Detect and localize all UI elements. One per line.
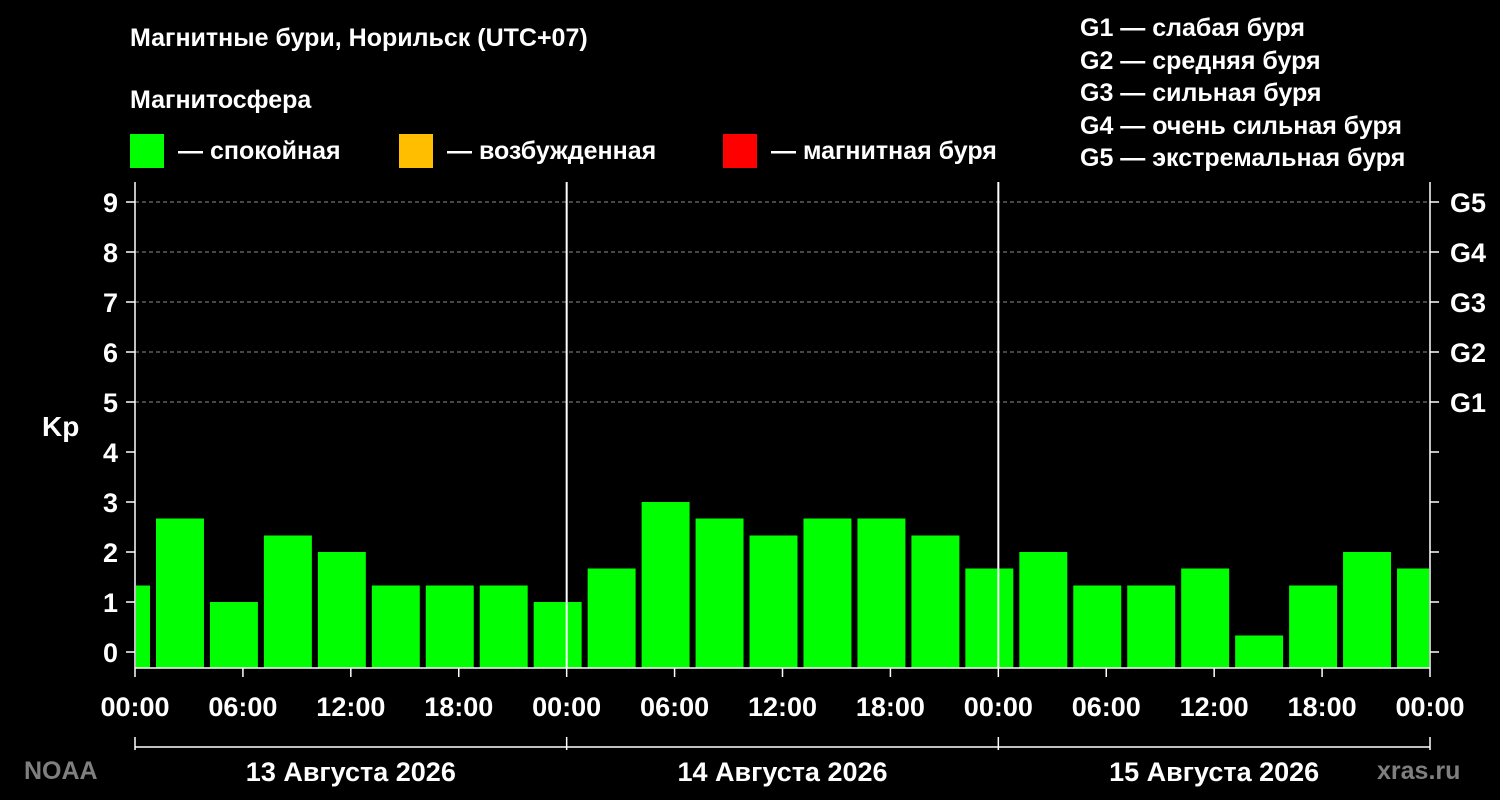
kp-bar-13: [803, 518, 852, 668]
kp-bar-14: [857, 518, 906, 668]
kp-bar-4: [317, 552, 366, 668]
g-level-label-g1: G1: [1450, 388, 1486, 418]
x-tick-label-3: 18:00: [424, 692, 493, 722]
kp-bar-16: [965, 568, 1014, 668]
x-tick-label-10: 12:00: [1180, 692, 1249, 722]
kp-bar-18: [1073, 585, 1122, 668]
kp-bar-11: [695, 518, 744, 668]
g-level-label-g5: G5: [1450, 188, 1486, 218]
x-tick-label-1: 06:00: [208, 692, 277, 722]
kp-bar-15: [911, 535, 960, 668]
kp-bar-24: [1397, 568, 1429, 668]
kp-bars: [136, 502, 1429, 668]
x-tick-label-0: 00:00: [100, 692, 169, 722]
y-tick-label-4: 4: [103, 438, 118, 468]
kp-bar-20: [1181, 568, 1230, 668]
y-tick-label-7: 7: [103, 288, 118, 318]
source-xras: xras.ru: [1377, 757, 1461, 785]
x-tick-label-7: 18:00: [856, 692, 925, 722]
day-label-2: 15 Августа 2026: [1109, 757, 1319, 787]
g-level-label-g4: G4: [1450, 238, 1486, 268]
x-tick-label-9: 06:00: [1072, 692, 1141, 722]
x-tick-label-12: 00:00: [1395, 692, 1464, 722]
grid-lines: [135, 201, 1430, 403]
x-tick-label-2: 12:00: [316, 692, 385, 722]
x-ticks: 00:00 06:00 12:00 18:00 00:00 06:00 12:00 18:00…: [100, 668, 1465, 722]
day-brackets: 13 Августа 2026 14 Августа 2026 15 Августа…: [134, 737, 1431, 787]
x-tick-label-4: 00:00: [532, 692, 601, 722]
y-tick-label-1: 1: [103, 588, 118, 618]
kp-bar-22: [1289, 585, 1338, 668]
y-tick-label-2: 2: [103, 538, 118, 568]
kp-bar-21: [1235, 635, 1284, 668]
kp-bar-19: [1127, 585, 1176, 668]
x-tick-label-8: 00:00: [964, 692, 1033, 722]
g-level-labels: G1 G2 G3 G4 G5: [1450, 188, 1486, 418]
kp-bar-8: [533, 602, 582, 668]
g-level-label-g2: G2: [1450, 338, 1486, 368]
source-noaa: NOAA: [24, 757, 98, 785]
y-tick-label-6: 6: [103, 338, 118, 368]
kp-bar-23: [1343, 552, 1392, 668]
kp-bar-6: [425, 585, 474, 668]
y-tick-label-9: 9: [103, 188, 118, 218]
kp-chart: 0 1 2 3 4 5 6 7 8 9 G1 G2 G3 G4 G5 00:00 06:00 12:00 18:00…: [100, 182, 1486, 787]
day-label-0: 13 Августа 2026: [246, 757, 456, 787]
kp-bar-17: [1019, 552, 1068, 668]
kp-bar-1: [155, 518, 204, 668]
kp-bar-10: [641, 502, 690, 668]
g-level-label-g3: G3: [1450, 288, 1486, 318]
kp-bar-2: [209, 602, 258, 668]
x-tick-label-6: 12:00: [748, 692, 817, 722]
day-label-1: 14 Августа 2026: [677, 757, 887, 787]
y-tick-label-3: 3: [103, 488, 118, 518]
y-tick-label-5: 5: [103, 388, 118, 418]
kp-bar-12: [749, 535, 798, 668]
x-tick-label-11: 18:00: [1288, 692, 1357, 722]
kp-bar-3: [263, 535, 312, 668]
kp-bar-9: [587, 568, 636, 668]
kp-bar-0: [136, 585, 150, 668]
kp-bar-7: [479, 585, 528, 668]
x-tick-label-5: 06:00: [640, 692, 709, 722]
y-tick-label-0: 0: [103, 638, 118, 668]
y-tick-label-8: 8: [103, 238, 118, 268]
kp-bar-5: [371, 585, 420, 668]
